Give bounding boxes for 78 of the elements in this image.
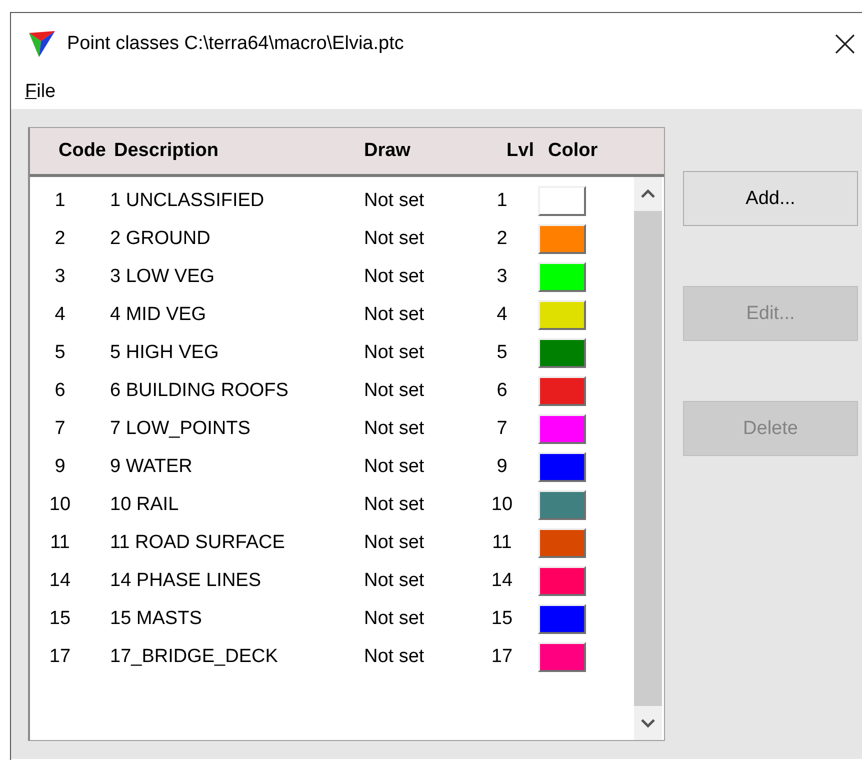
column-header[interactable]: Lvl (484, 140, 540, 162)
description-cell-text: 7 LOW_POINTS (110, 418, 252, 440)
color-swatch[interactable] (538, 414, 586, 444)
level-cell-text: 6 (496, 380, 508, 402)
draw-cell-text: Not set (364, 380, 426, 402)
description-cell-text: 6 BUILDING ROOFS (110, 380, 290, 402)
description-cell-text: 5 HIGH VEG (110, 342, 220, 364)
draw-cell-text: Not set (364, 266, 426, 288)
draw-cell-text: Not set (364, 304, 426, 326)
color-swatch[interactable] (538, 376, 586, 406)
menu-item[interactable]: File (25, 81, 56, 103)
scroll-down-icon[interactable] (641, 718, 655, 728)
color-swatch[interactable] (538, 452, 586, 482)
description-cell-text: 9 WATER (110, 456, 194, 478)
color-swatch[interactable] (538, 604, 586, 634)
description-cell-text: 10 RAIL (110, 494, 180, 516)
draw-cell-text: Not set (364, 494, 426, 516)
level-cell-text: 5 (496, 342, 508, 364)
code-cell-text: 5 (54, 342, 66, 364)
color-swatch[interactable] (538, 642, 586, 672)
level-cell-text: 3 (496, 266, 508, 288)
level-cell-text: 7 (496, 418, 508, 440)
code-cell-text: 11 (49, 532, 71, 554)
code-cell-text: 1 (54, 190, 66, 212)
code-cell-text: 10 (48, 494, 72, 516)
level-cell-text: 17 (490, 646, 514, 668)
color-swatch[interactable] (538, 338, 586, 368)
description-cell-text: 17_BRIDGE_DECK (110, 646, 279, 668)
code-cell-text: 7 (54, 418, 66, 440)
draw-cell-text: Not set (364, 190, 426, 212)
add-button[interactable]: Add... (683, 171, 858, 226)
level-cell-text: 14 (490, 570, 514, 592)
code-cell-text: 14 (48, 570, 72, 592)
description-cell-text: 4 MID VEG (110, 304, 208, 326)
draw-cell-text: Not set (364, 570, 426, 592)
window-title: Point classes C:\terra64\macro\Elvia.ptc (67, 33, 405, 55)
level-cell-text: 2 (496, 228, 508, 250)
color-swatch[interactable] (538, 528, 586, 558)
draw-cell-text: Not set (364, 228, 426, 250)
draw-cell-text: Not set (364, 608, 426, 630)
level-cell-text: 4 (496, 304, 508, 326)
app-logo-icon (27, 29, 57, 59)
code-cell-text: 15 (48, 608, 72, 630)
color-swatch[interactable] (538, 262, 586, 292)
column-header[interactable]: Color (540, 140, 620, 162)
draw-cell-text: Not set (364, 342, 426, 364)
description-cell-text: 1 UNCLASSIFIED (110, 190, 266, 212)
description-cell-text: 2 GROUND (110, 228, 212, 250)
code-cell-text: 3 (54, 266, 66, 288)
column-header[interactable]: Description (110, 140, 364, 162)
code-cell-text: 4 (54, 304, 66, 326)
column-header[interactable]: Draw (364, 140, 484, 162)
scrollbar[interactable] (634, 177, 662, 740)
draw-cell-text: Not set (364, 456, 426, 478)
description-cell-text: 11 ROAD SURFACE (110, 532, 286, 554)
level-cell-text: 15 (490, 608, 514, 630)
code-cell-text: 9 (54, 456, 66, 478)
close-icon[interactable] (834, 33, 856, 55)
draw-cell-text: Not set (364, 532, 426, 554)
color-swatch[interactable] (538, 224, 586, 254)
color-swatch[interactable] (538, 300, 586, 330)
column-header[interactable]: Code (30, 140, 110, 162)
level-cell-text: 11 (491, 532, 513, 554)
level-cell-text: 9 (496, 456, 508, 478)
description-cell-text: 3 LOW VEG (110, 266, 216, 288)
draw-cell-text: Not set (364, 646, 426, 668)
code-cell-text: 2 (54, 228, 66, 250)
description-cell-text: 14 PHASE LINES (110, 570, 262, 592)
code-cell-text: 17 (48, 646, 72, 668)
color-swatch[interactable] (538, 490, 586, 520)
color-swatch[interactable] (538, 566, 586, 596)
draw-cell-text: Not set (364, 418, 426, 440)
color-swatch[interactable] (538, 186, 586, 216)
scroll-up-icon[interactable] (641, 189, 655, 199)
description-cell-text: 15 MASTS (110, 608, 203, 630)
level-cell-text: 10 (490, 494, 514, 516)
code-cell-text: 6 (54, 380, 66, 402)
level-cell-text: 1 (496, 190, 508, 212)
